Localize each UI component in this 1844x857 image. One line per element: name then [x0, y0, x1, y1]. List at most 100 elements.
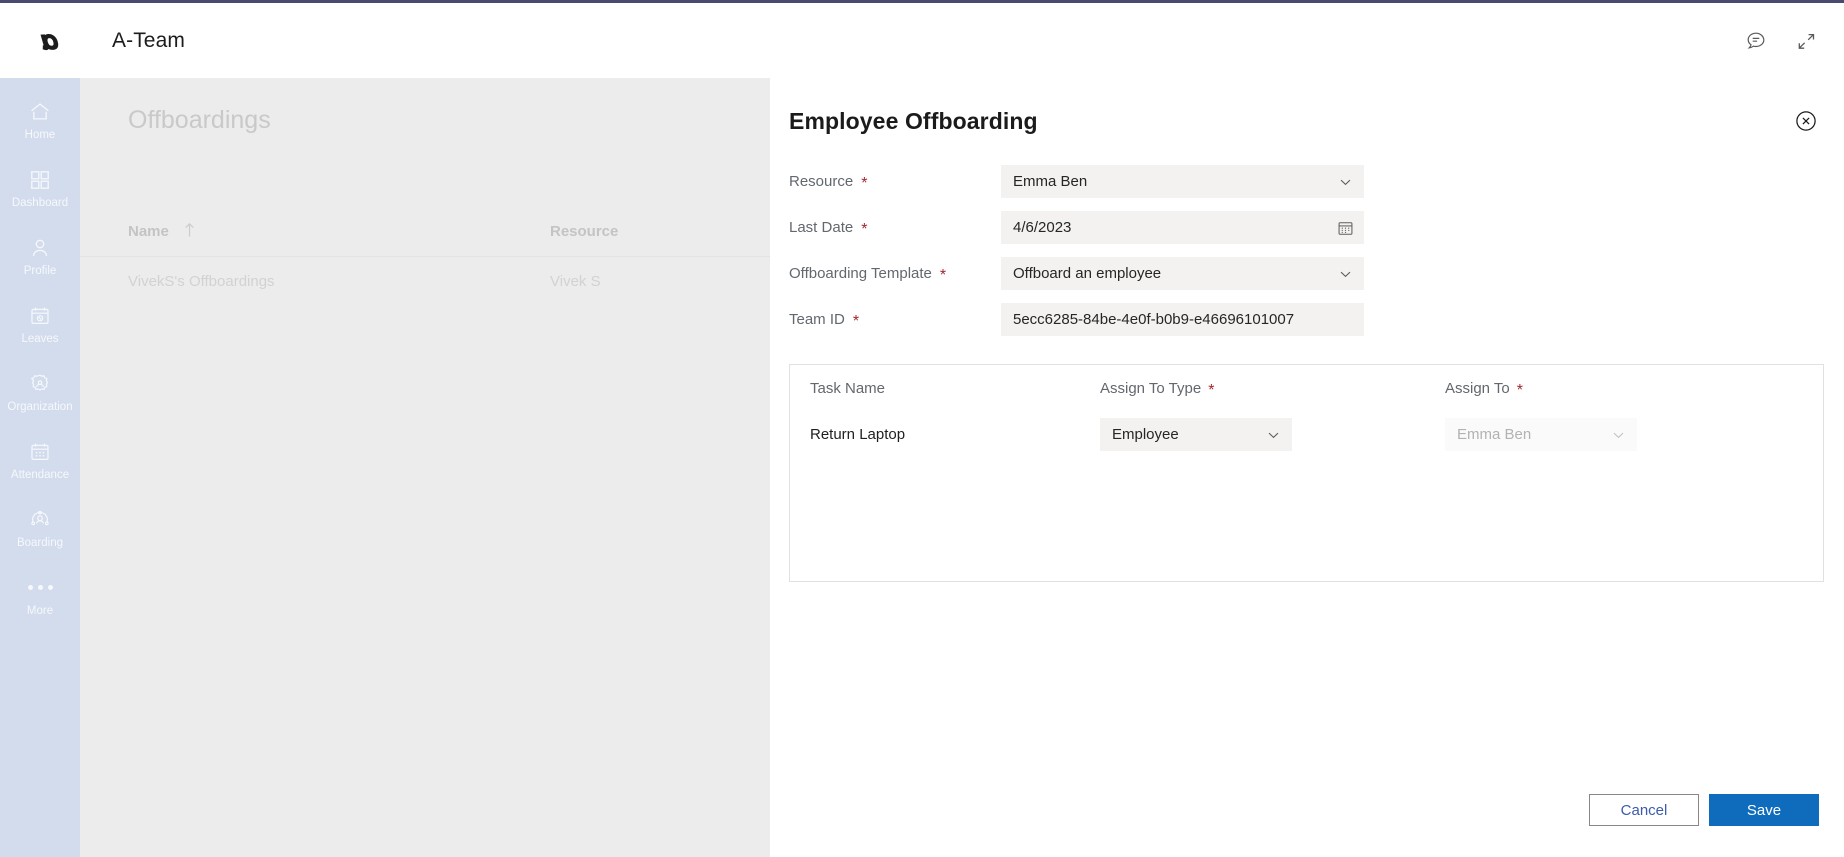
resource-dropdown-value: Emma Ben [1013, 173, 1088, 190]
sidebar-item-dashboard[interactable]: Dashboard [0, 154, 80, 222]
task-table-header-row: Task Name Assign To Type * Assign To * [810, 365, 1803, 412]
column-header-label: Assign To Type [1100, 380, 1202, 397]
required-asterisk: * [939, 267, 947, 284]
column-header-label: Resource [550, 223, 619, 240]
table-header-row: Name Resource [80, 207, 770, 257]
sidebar-item-label: Boarding [16, 536, 64, 549]
required-asterisk: * [852, 313, 860, 330]
column-header-label: Assign To [1445, 380, 1510, 397]
cell-resource: Vivek S [550, 272, 601, 290]
required-asterisk: * [1516, 382, 1523, 399]
sidebar-item-label: Profile [23, 264, 57, 277]
required-asterisk: * [861, 221, 868, 238]
cell-name: VivekS's Offboardings [128, 272, 275, 290]
cell-task-name: Return Laptop [810, 426, 1100, 444]
sidebar-item-profile[interactable]: Profile [0, 222, 80, 290]
form-row-resource: Resource * Emma Ben [789, 159, 1844, 204]
last-date-value: 4/6/2023 [1013, 219, 1072, 236]
left-navigation-rail: Home Dashboard Profile Leaves Organizati… [0, 78, 80, 857]
top-bar: 𝛂 A-Team [0, 3, 1844, 78]
chevron-down-icon [1611, 427, 1626, 442]
label-last-date: Last Date * [789, 219, 1001, 238]
chevron-down-icon [1338, 266, 1353, 281]
assign-to-value: Emma Ben [1457, 426, 1532, 443]
save-button[interactable]: Save [1709, 794, 1819, 826]
sidebar-item-label: Leaves [21, 332, 59, 345]
task-table: Task Name Assign To Type * Assign To * R… [789, 364, 1824, 582]
employee-offboarding-panel: Employee Offboarding Resource * Emma Ben [770, 78, 1844, 857]
chevron-down-icon [1338, 174, 1353, 189]
sort-ascending-arrow-icon [183, 222, 196, 242]
close-circle-icon[interactable] [1793, 108, 1819, 134]
sidebar-item-attendance[interactable]: Attendance [0, 426, 80, 494]
team-id-input[interactable]: 5ecc6285-84be-4e0f-b0b9-e46696101007 [1001, 303, 1364, 336]
column-header-assign-to: Assign To * [1445, 380, 1775, 399]
column-header-name[interactable]: Name [128, 222, 550, 242]
offboarding-template-dropdown[interactable]: Offboard an employee [1001, 257, 1364, 290]
field-label-text: Team ID [789, 311, 845, 328]
calendar-dots-icon [27, 439, 53, 465]
sidebar-item-label: More [26, 604, 54, 617]
collapse-diagonal-arrows-icon[interactable] [1794, 29, 1818, 53]
field-label-text: Offboarding Template [789, 265, 932, 282]
offboardings-table: Name Resource VivekS's Offboardings Vive… [80, 207, 770, 305]
sidebar-item-label: Home [24, 128, 56, 141]
a-team-logo-icon[interactable]: 𝛂 [32, 21, 72, 61]
offboarding-form: Resource * Emma Ben Last Date * 4/6/2023… [770, 159, 1844, 342]
required-asterisk: * [1208, 382, 1215, 399]
assign-to-type-dropdown[interactable]: Employee [1100, 418, 1292, 451]
home-icon [27, 99, 53, 125]
chat-bubble-icon[interactable] [1744, 29, 1768, 53]
table-row: Return Laptop Employee Emma Ben [810, 412, 1803, 457]
required-asterisk: * [861, 175, 868, 192]
app-root: 𝛂 A-Team Home Dashboard Profile Leaves O… [0, 0, 1844, 857]
column-header-assign-to-type: Assign To Type * [1100, 380, 1445, 399]
page-title: Offboardings [128, 106, 271, 134]
label-team-id: Team ID * [789, 311, 1001, 330]
form-row-last-date: Last Date * 4/6/2023 [789, 205, 1844, 250]
sidebar-item-label: Attendance [10, 468, 70, 481]
calendar-icon[interactable] [1337, 219, 1354, 236]
field-label-text: Resource [789, 173, 854, 190]
column-header-label: Task Name [810, 380, 886, 397]
field-label-text: Last Date [789, 219, 854, 236]
cancel-button[interactable]: Cancel [1589, 794, 1699, 826]
assign-to-dropdown[interactable]: Emma Ben [1445, 418, 1637, 451]
task-name-text: Return Laptop [810, 425, 906, 443]
assign-to-type-value: Employee [1112, 426, 1179, 443]
sidebar-item-boarding[interactable]: Boarding [0, 494, 80, 562]
offboarding-template-value: Offboard an employee [1013, 265, 1162, 282]
calendar-cancel-icon [27, 303, 53, 329]
sidebar-item-more[interactable]: More [0, 562, 80, 630]
sidebar-item-leaves[interactable]: Leaves [0, 290, 80, 358]
column-header-resource[interactable]: Resource [550, 223, 740, 240]
sidebar-item-home[interactable]: Home [0, 86, 80, 154]
app-title: A-Team [112, 28, 185, 52]
table-row[interactable]: VivekS's Offboardings Vivek S [80, 257, 770, 305]
ellipsis-icon [27, 575, 53, 601]
background-offboardings-page: Offboardings Name Resource VivekS's Offb… [80, 78, 770, 857]
org-gear-people-icon [27, 371, 53, 397]
panel-header: Employee Offboarding [770, 78, 1844, 135]
person-icon [27, 235, 53, 261]
dashboard-grid-icon [27, 167, 53, 193]
sidebar-item-label: Organization [7, 400, 73, 413]
team-id-value: 5ecc6285-84be-4e0f-b0b9-e46696101007 [1013, 311, 1295, 328]
label-resource: Resource * [789, 173, 1001, 192]
cell-assign-to-type: Employee [1100, 418, 1445, 451]
label-offboarding-template: Offboarding Template * [789, 265, 1001, 284]
column-header-task-name: Task Name [810, 380, 1100, 397]
sidebar-item-organization[interactable]: Organization [0, 358, 80, 426]
chevron-down-icon [1266, 427, 1281, 442]
form-row-offboarding-template: Offboarding Template * Offboard an emplo… [789, 251, 1844, 296]
resource-dropdown[interactable]: Emma Ben [1001, 165, 1364, 198]
top-bar-actions [1744, 29, 1818, 53]
form-row-team-id: Team ID * 5ecc6285-84be-4e0f-b0b9-e46696… [789, 297, 1844, 342]
person-circle-arrows-icon [27, 507, 53, 533]
column-header-label: Name [128, 223, 169, 240]
sidebar-item-label: Dashboard [11, 196, 69, 209]
panel-title: Employee Offboarding [789, 108, 1038, 134]
panel-footer: Cancel Save [1589, 794, 1819, 826]
cell-assign-to: Emma Ben [1445, 418, 1775, 451]
last-date-input[interactable]: 4/6/2023 [1001, 211, 1364, 244]
